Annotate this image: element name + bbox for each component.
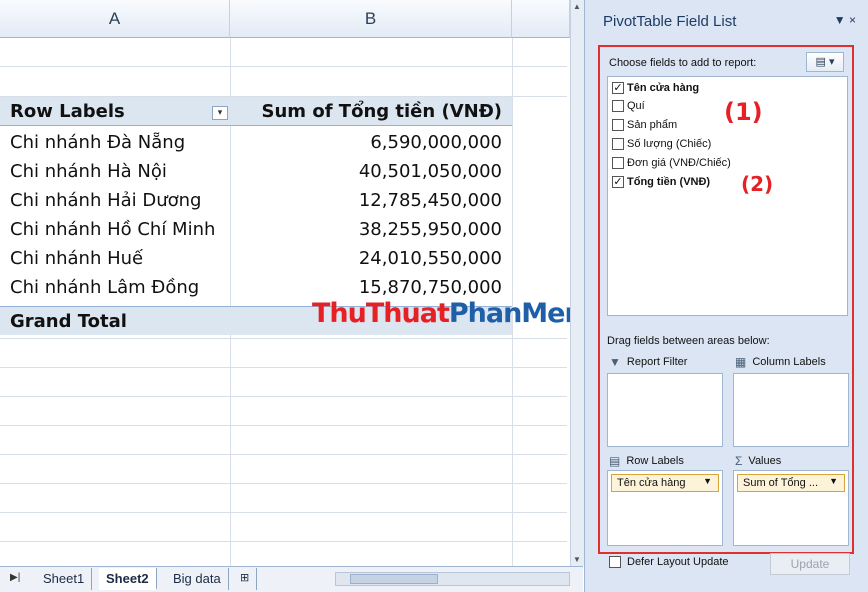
checkbox-checked-icon[interactable]: ✓ [612, 176, 624, 188]
pivot-row[interactable]: Chi nhánh Đà Nẵng 6,590,000,000 [0, 128, 512, 157]
pivot-row[interactable]: Chi nhánh Hà Nội 40,501,050,000 [0, 157, 512, 186]
update-button[interactable]: Update [770, 553, 850, 575]
field-tong-tien[interactable]: ✓ Tổng tiền (VNĐ) [612, 174, 710, 190]
tab-big-data[interactable]: Big data [166, 568, 229, 590]
scroll-down-icon[interactable]: ▼ [573, 555, 581, 564]
checkbox-icon[interactable] [612, 157, 624, 169]
first-sheet-icon[interactable]: ▶| [10, 572, 20, 583]
row-labels-filter-button[interactable]: ▾ [212, 106, 228, 120]
chevron-down-icon[interactable]: ▼ [829, 476, 838, 486]
vertical-scrollbar[interactable]: ▲ ▼ [570, 0, 584, 566]
grid-line [0, 66, 567, 67]
report-filter-header: ▼ Report Filter [609, 355, 688, 369]
filter-icon: ▼ [609, 355, 621, 369]
row-field-chip[interactable]: Tên cửa hàng ▼ [611, 474, 719, 492]
pivot-row[interactable]: Chi nhánh Hải Dương 12,785,450,000 [0, 186, 512, 215]
field-so-luong[interactable]: Số lượng (Chiếc) [612, 136, 711, 152]
pivot-row[interactable]: Chi nhánh Hồ Chí Minh 38,255,950,000 [0, 215, 512, 244]
defer-layout-update[interactable]: Defer Layout Update [609, 556, 729, 568]
checkbox-icon[interactable] [609, 556, 621, 568]
checkbox-icon[interactable] [612, 138, 624, 150]
grid-line [0, 512, 567, 513]
column-header-a[interactable]: A [0, 0, 230, 38]
row-value: 24,010,550,000 [358, 248, 502, 269]
field-san-pham[interactable]: Sản phẩm [612, 117, 677, 133]
row-labels-area[interactable]: Tên cửa hàng ▼ [607, 470, 723, 546]
column-labels-header: ▦ Column Labels [735, 355, 826, 369]
row-value: 38,255,950,000 [358, 219, 502, 240]
row-grid-icon: ▤ [609, 454, 621, 468]
checkbox-icon[interactable] [612, 119, 624, 131]
choose-fields-label: Choose fields to add to report: [609, 57, 757, 69]
values-area[interactable]: Sum of Tổng ... ▼ [733, 470, 849, 546]
row-label: Chi nhánh Hồ Chí Minh [10, 219, 216, 240]
row-value: 6,590,000,000 [370, 132, 502, 153]
scroll-up-icon[interactable]: ▲ [573, 2, 581, 11]
row-value: 15,870,750,000 [358, 277, 502, 298]
value-field-chip[interactable]: Sum of Tổng ... ▼ [737, 474, 845, 492]
sheet-tabs-bar: ▶| Sheet1 Sheet2 Big data ⊞ [0, 566, 583, 592]
checkbox-checked-icon[interactable]: ✓ [612, 82, 624, 94]
row-label: Chi nhánh Đà Nẵng [10, 132, 186, 153]
row-labels-header[interactable]: Row Labels [10, 101, 125, 122]
grid-line [0, 396, 567, 397]
spreadsheet[interactable]: A B Row Labels ▾ Sum of Tổng tiền (VNĐ) … [0, 0, 637, 592]
column-labels-area[interactable] [733, 373, 849, 447]
horizontal-scrollbar[interactable] [335, 572, 570, 586]
grid-line [0, 483, 567, 484]
field-ten-cua-hang[interactable]: ✓ Tên cửa hàng [612, 80, 699, 96]
tab-sheet2[interactable]: Sheet2 [99, 568, 157, 590]
tab-sheet1[interactable]: Sheet1 [36, 568, 93, 590]
pane-close-icon[interactable]: ▼ × [834, 13, 856, 27]
pivot-header-row: Row Labels ▾ Sum of Tổng tiền (VNĐ) [0, 97, 512, 126]
insert-sheet-icon[interactable]: ⊞ [233, 568, 258, 590]
drag-fields-label: Drag fields between areas below: [607, 335, 770, 347]
grid-line [0, 367, 567, 368]
sigma-icon: Σ [735, 454, 743, 468]
field-qui[interactable]: Quí [612, 98, 645, 114]
values-area-header: Σ Values [735, 454, 782, 468]
row-value: 40,501,050,000 [358, 161, 502, 182]
row-label: Chi nhánh Hà Nội [10, 161, 167, 182]
annotation-marker-2: (2) [741, 172, 774, 196]
grid-line [0, 425, 567, 426]
grid-line [0, 541, 567, 542]
sum-header[interactable]: Sum of Tổng tiền (VNĐ) [262, 101, 502, 122]
layout-options-button[interactable]: ▤ ▾ [806, 52, 844, 72]
column-header-c[interactable] [512, 0, 570, 38]
column-header-b[interactable]: B [230, 0, 512, 38]
row-label: Chi nhánh Hải Dương [10, 190, 202, 211]
scroll-thumb[interactable] [350, 574, 438, 584]
report-filter-area[interactable] [607, 373, 723, 447]
row-label: Chi nhánh Lâm Đồng [10, 277, 200, 298]
row-value: 12,785,450,000 [358, 190, 502, 211]
checkbox-icon[interactable] [612, 100, 624, 112]
field-don-gia[interactable]: Đơn giá (VNĐ/Chiếc) [612, 155, 731, 171]
column-grid-icon: ▦ [735, 355, 747, 369]
grid-line [0, 338, 567, 339]
grand-total-label: Grand Total [10, 311, 127, 332]
annotation-marker-1: (1) [724, 98, 763, 126]
pivot-row[interactable]: Chi nhánh Huế 24,010,550,000 [0, 244, 512, 273]
grid-line [0, 454, 567, 455]
chevron-down-icon[interactable]: ▼ [703, 476, 712, 486]
row-label: Chi nhánh Huế [10, 248, 144, 269]
pane-title: PivotTable Field List [603, 13, 737, 30]
row-labels-area-header: ▤ Row Labels [609, 454, 684, 468]
